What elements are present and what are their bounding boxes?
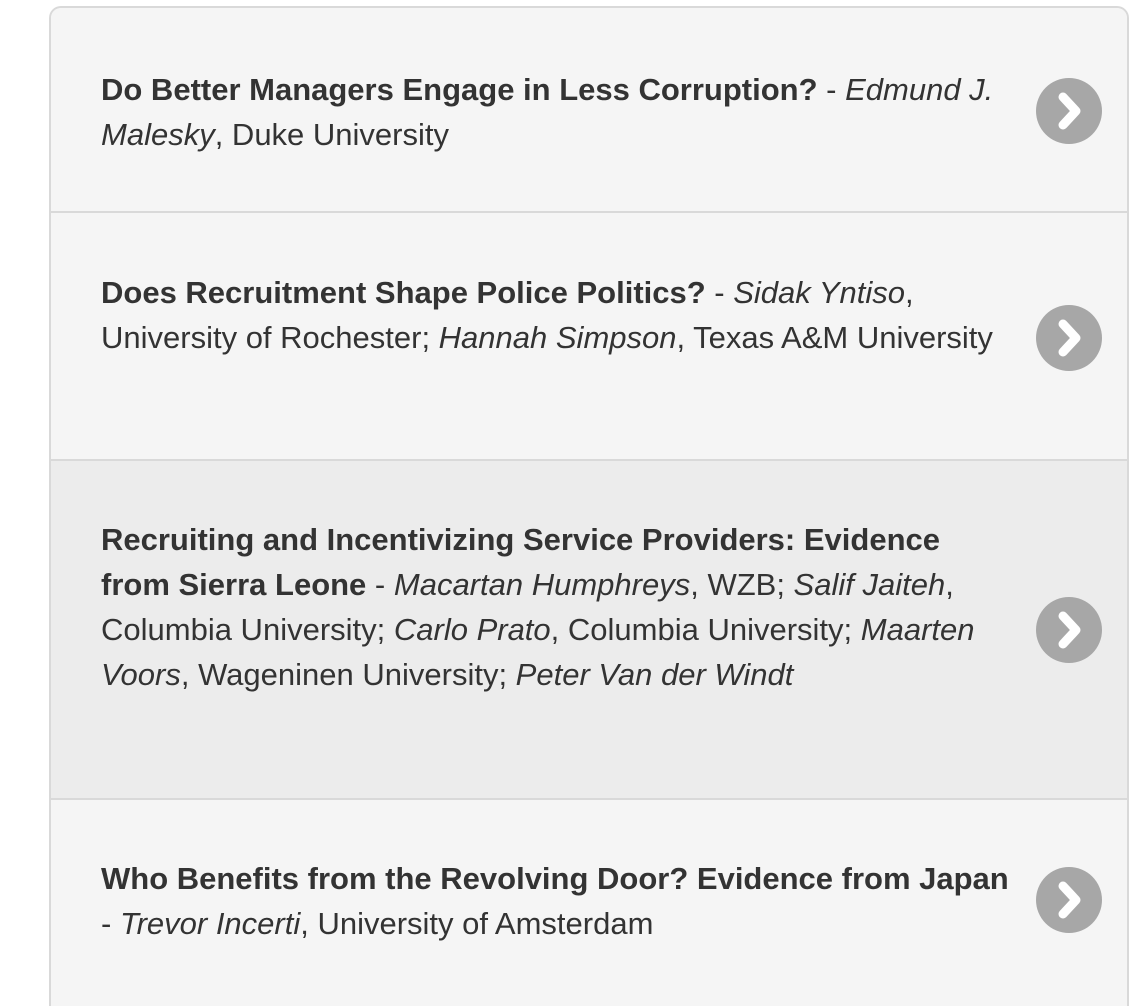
author-affiliation: , University of Amsterdam bbox=[300, 906, 654, 941]
author-affiliation: , Duke University bbox=[214, 117, 449, 152]
list-item-paper-1[interactable]: Do Better Managers Engage in Less Corrup… bbox=[51, 8, 1127, 213]
paper-title[interactable]: Who Benefits from the Revolving Door? Ev… bbox=[101, 861, 1009, 896]
paper-list: Do Better Managers Engage in Less Corrup… bbox=[49, 6, 1129, 1006]
author-name: Hannah Simpson bbox=[438, 320, 677, 355]
chevron-right-circle-icon[interactable] bbox=[1036, 305, 1102, 371]
author-affiliation: , Texas A&M University bbox=[676, 320, 993, 355]
chevron-right-circle-icon[interactable] bbox=[1036, 597, 1102, 663]
paper-entry-text: Who Benefits from the Revolving Door? Ev… bbox=[101, 856, 1011, 946]
title-separator: - bbox=[366, 567, 394, 602]
author-affiliation: , Columbia University; bbox=[550, 612, 861, 647]
author-name: Macartan Humphreys bbox=[393, 567, 691, 602]
author-affiliation: , WZB; bbox=[690, 567, 794, 602]
author-name: Carlo Prato bbox=[393, 612, 551, 647]
paper-entry-text: Do Better Managers Engage in Less Corrup… bbox=[101, 67, 1011, 157]
paper-entry-text: Recruiting and Incentivizing Service Pro… bbox=[101, 517, 1011, 697]
list-item-paper-4[interactable]: Who Benefits from the Revolving Door? Ev… bbox=[51, 800, 1127, 1006]
list-item-paper-2[interactable]: Does Recruitment Shape Police Politics? … bbox=[51, 213, 1127, 461]
paper-title[interactable]: Do Better Managers Engage in Less Corrup… bbox=[101, 72, 818, 107]
chevron-right-circle-icon[interactable] bbox=[1036, 867, 1102, 933]
title-separator: - bbox=[705, 275, 734, 310]
author-affiliation: , Wageninen University; bbox=[180, 657, 516, 692]
title-separator: - bbox=[817, 72, 846, 107]
paper-entry-text: Does Recruitment Shape Police Politics? … bbox=[101, 270, 1011, 360]
author-name: Sidak Yntiso bbox=[733, 275, 905, 310]
list-item-paper-3[interactable]: Recruiting and Incentivizing Service Pro… bbox=[51, 461, 1127, 800]
author-name: Peter Van der Windt bbox=[515, 657, 794, 692]
paper-title[interactable]: Does Recruitment Shape Police Politics? bbox=[101, 275, 706, 310]
author-name: Salif Jaiteh bbox=[793, 567, 946, 602]
author-name: Trevor Incerti bbox=[119, 906, 301, 941]
title-separator: - bbox=[101, 906, 120, 941]
chevron-right-circle-icon[interactable] bbox=[1036, 78, 1102, 144]
